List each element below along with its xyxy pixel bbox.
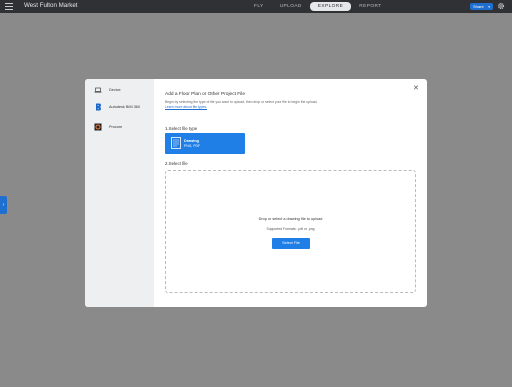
- drawing-file-icon: [171, 137, 181, 149]
- source-item-bim360[interactable]: Autodesk BIM 360: [94, 103, 140, 111]
- source-sidebar: Device Autodesk BIM 360 Procore: [85, 79, 154, 307]
- main-nav: FLY UPLOAD EXPLORE REPORT: [246, 2, 390, 11]
- nav-explore[interactable]: EXPLORE: [309, 2, 352, 11]
- top-bar: West Fulton Market FLY UPLOAD EXPLORE RE…: [0, 0, 512, 13]
- dialog-description: Begin by selecting the type of file you …: [165, 100, 318, 104]
- share-button[interactable]: Share ▾: [470, 3, 493, 10]
- step2-label: 2.Select file: [165, 161, 188, 166]
- source-label: Procore: [109, 125, 123, 129]
- chevron-down-icon: ▾: [488, 5, 490, 9]
- procore-logo-icon: [94, 123, 102, 131]
- file-type-formats: PNG, PDF: [184, 143, 201, 148]
- nav-upload[interactable]: UPLOAD: [272, 2, 310, 11]
- side-panel-toggle[interactable]: ›: [0, 196, 7, 214]
- dialog-title: Add a Floor Plan or Other Project File: [165, 92, 245, 97]
- source-label: Autodesk BIM 360: [109, 105, 141, 109]
- upload-dialog: Device Autodesk BIM 360 Procore ✕ Add a …: [85, 79, 427, 307]
- close-icon[interactable]: ✕: [413, 85, 419, 92]
- bim360-logo-icon: [96, 103, 101, 111]
- app-title: West Fulton Market: [24, 2, 78, 9]
- learn-more-link[interactable]: Learn more about file types.: [165, 105, 207, 109]
- file-type-drawing[interactable]: Drawing PNG, PDF: [165, 133, 245, 154]
- source-item-procore[interactable]: Procore: [94, 123, 122, 131]
- nav-fly[interactable]: FLY: [246, 2, 272, 11]
- nav-report[interactable]: REPORT: [351, 2, 389, 11]
- laptop-icon: [94, 87, 102, 93]
- file-drop-zone[interactable]: Drop or select a drawing file to upload …: [165, 170, 416, 293]
- share-label: Share: [473, 4, 484, 9]
- source-label: Device: [109, 88, 121, 92]
- supported-formats: Supported Formats: .pdf or .png: [266, 227, 315, 231]
- file-type-name: Drawing: [184, 139, 199, 143]
- source-item-device[interactable]: Device: [94, 86, 121, 94]
- select-file-button[interactable]: Select File: [272, 238, 310, 249]
- drop-instructions: Drop or select a drawing file to upload: [258, 217, 323, 221]
- hamburger-menu-icon[interactable]: [5, 3, 13, 10]
- gear-icon[interactable]: [497, 2, 505, 10]
- step1-label: 1.Select file type: [165, 126, 198, 131]
